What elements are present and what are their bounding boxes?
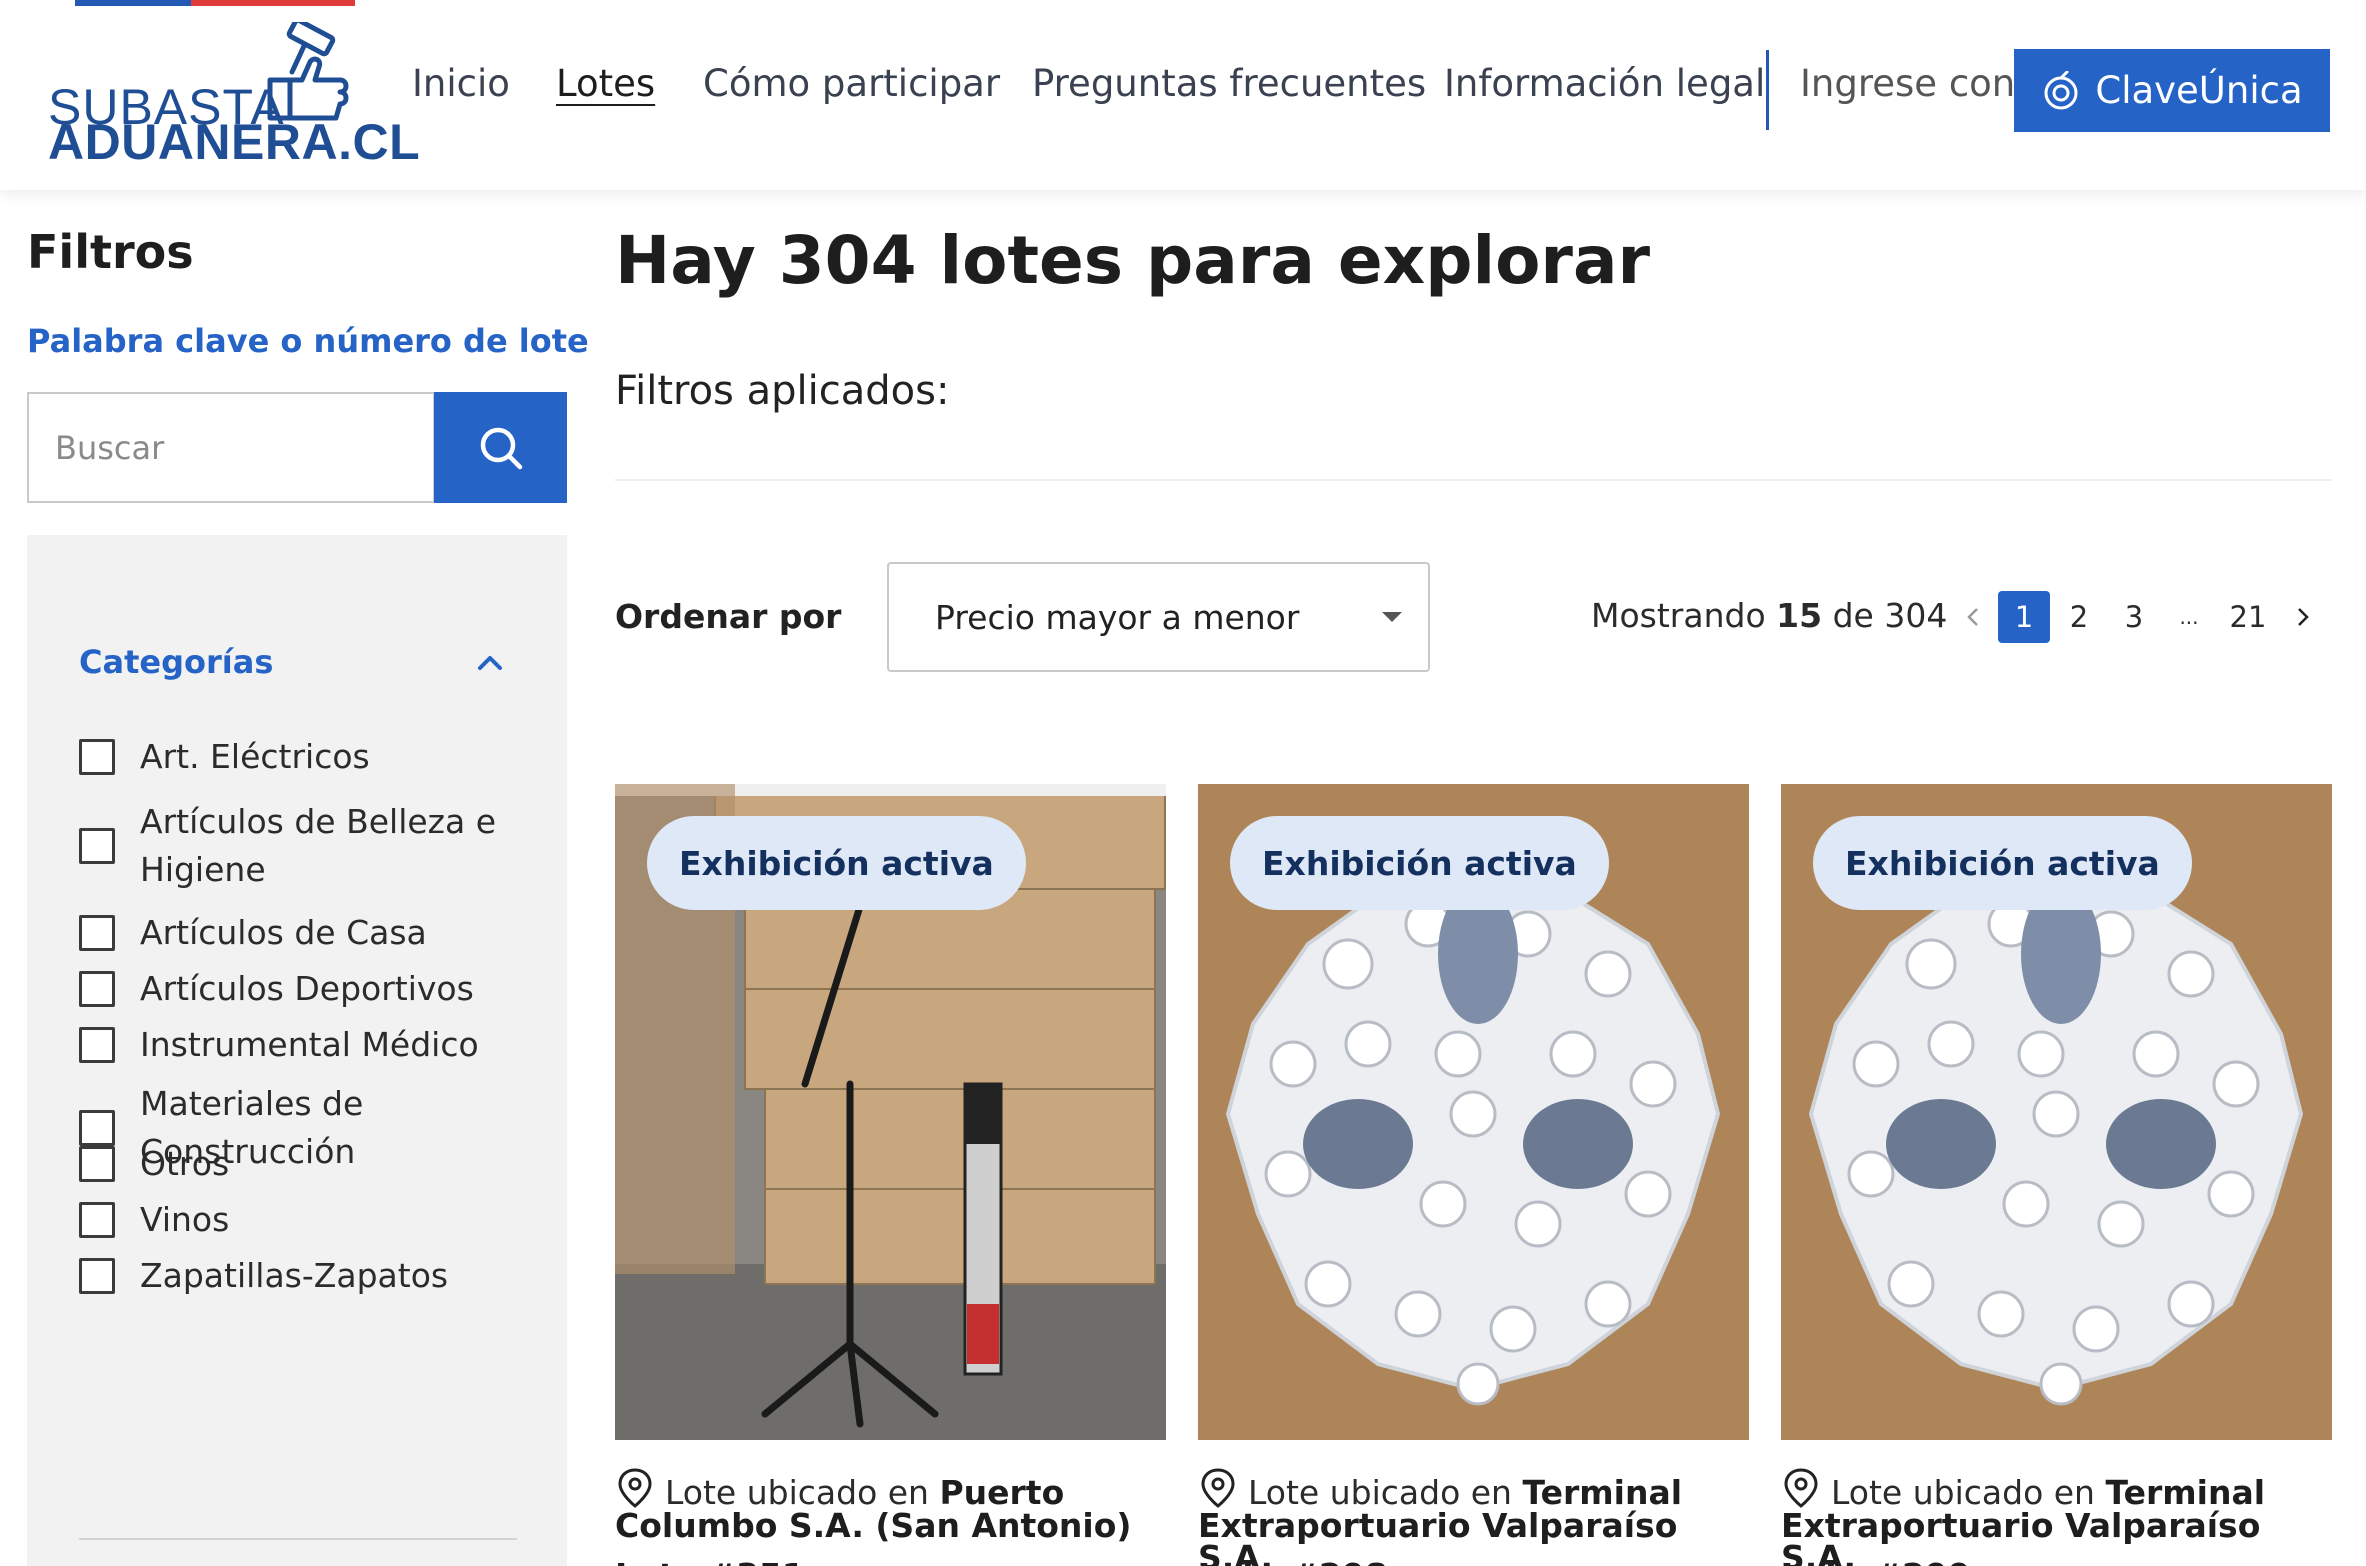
category-label: Instrumental Médico (140, 1025, 479, 1064)
category-label: Artículos Deportivos (140, 969, 474, 1008)
chevron-right-icon (2298, 608, 2309, 626)
lot-image[interactable]: Exhibición activa (1198, 784, 1749, 1440)
checkbox[interactable] (79, 828, 115, 864)
lot-location: Lote ubicado en Terminal Extraportuario … (1198, 1466, 1749, 1566)
site-header: SUBASTA ADUANERA.CL Inicio Lotes Cómo pa… (0, 0, 2366, 190)
search-button[interactable] (434, 392, 567, 503)
checkbox[interactable] (79, 1146, 115, 1182)
nav-divider (1766, 50, 1769, 130)
results-count: Mostrando 15 de 304 (1591, 596, 1947, 635)
search-field (27, 392, 435, 503)
pagination-prev[interactable] (1948, 591, 2000, 643)
sort-selected-value: Precio mayor a menor (935, 598, 1300, 637)
location-pin-icon (618, 1468, 652, 1508)
claveunica-icon (2044, 70, 2078, 109)
page-1[interactable]: 1 (1998, 591, 2050, 643)
lot-image[interactable]: Exhibición activa (615, 784, 1166, 1440)
category-belleza-higiene[interactable]: Artículos de Belleza e Higiene (79, 798, 500, 894)
category-label: Vinos (140, 1200, 230, 1239)
keyword-label: Palabra clave o número de lote (27, 322, 589, 360)
category-label: Otros (140, 1144, 230, 1183)
lot-number[interactable]: Lote #298 (1198, 1556, 1388, 1566)
category-filter-panel: Categorías Art. Eléctricos Artículos de … (27, 535, 567, 1566)
lot-image[interactable]: Exhibición activa (1781, 784, 2332, 1440)
exhibition-badge: Exhibición activa (647, 816, 1026, 910)
lot-location: Lote ubicado en Puerto Columbo S.A. (San… (615, 1466, 1166, 1542)
category-label: Zapatillas-Zapatos (140, 1256, 449, 1295)
nav-lotes[interactable]: Lotes (556, 62, 655, 105)
category-label: Artículos de Casa (140, 913, 427, 952)
caret-down-icon (1382, 612, 1402, 622)
page-ellipsis: ... (2179, 605, 2199, 629)
chevron-up-icon[interactable] (475, 647, 505, 677)
location-pin-icon (1784, 1468, 1818, 1508)
checkbox[interactable] (79, 915, 115, 951)
sort-select[interactable]: Precio mayor a menor (887, 562, 1430, 672)
category-deportivos[interactable]: Artículos Deportivos (79, 965, 500, 1013)
location-pin-icon (1201, 1468, 1235, 1508)
category-casa[interactable]: Artículos de Casa (79, 909, 500, 957)
lot-number[interactable]: Lote #299 (1781, 1556, 1971, 1566)
categories-heading[interactable]: Categorías (79, 643, 273, 681)
nav-informacion-legal[interactable]: Información legal (1444, 62, 1765, 105)
checkbox[interactable] (79, 1027, 115, 1063)
logo-line-2: ADUANERA.CL (48, 114, 421, 170)
showing-mid: de (1832, 596, 1874, 635)
search-input[interactable] (29, 394, 433, 501)
sort-label: Ordenar por (615, 597, 842, 636)
filters-title: Filtros (27, 225, 194, 279)
showing-count: 15 (1776, 596, 1823, 635)
claveunica-label: ClaveÚnica (2095, 69, 2303, 112)
applied-filters-label: Filtros aplicados: (615, 368, 950, 414)
category-label: Art. Eléctricos (140, 737, 370, 776)
checkbox[interactable] (79, 971, 115, 1007)
page-3[interactable]: 3 (2108, 591, 2160, 643)
checkbox[interactable] (79, 1258, 115, 1294)
exhibition-badge: Exhibición activa (1230, 816, 1609, 910)
chevron-left-icon (1967, 608, 1978, 626)
login-prefix: Ingrese con (1800, 62, 2016, 105)
nav-preguntas-frecuentes[interactable]: Preguntas frecuentes (1032, 62, 1426, 105)
category-instrumental-medico[interactable]: Instrumental Médico (79, 1021, 500, 1069)
applied-filters-divider (615, 479, 2331, 481)
claveunica-login-button[interactable]: ClaveÚnica (2014, 49, 2330, 132)
category-zapatillas-zapatos[interactable]: Zapatillas-Zapatos (79, 1252, 500, 1300)
checkbox[interactable] (79, 739, 115, 775)
category-label: Artículos de Belleza e Higiene (140, 802, 497, 889)
panel-divider (79, 1538, 517, 1540)
exhibition-badge: Exhibición activa (1813, 816, 2192, 910)
page-2[interactable]: 2 (2053, 591, 2105, 643)
showing-prefix: Mostrando (1591, 596, 1766, 635)
site-logo[interactable]: SUBASTA ADUANERA.CL (48, 20, 420, 170)
category-art-electricos[interactable]: Art. Eléctricos (79, 733, 500, 781)
flag-bar (75, 0, 355, 6)
page-21[interactable]: 21 (2222, 591, 2274, 643)
lot-location: Lote ubicado en Terminal Extraportuario … (1781, 1466, 2332, 1566)
category-vinos[interactable]: Vinos (79, 1196, 500, 1244)
nav-como-participar[interactable]: Cómo participar (703, 62, 1000, 105)
category-otros[interactable]: Otros (79, 1140, 500, 1188)
page-title: Hay 304 lotes para explorar (615, 222, 1651, 299)
checkbox[interactable] (79, 1202, 115, 1238)
pagination-next[interactable] (2276, 591, 2328, 643)
lot-number[interactable]: Lote #351 (615, 1556, 805, 1566)
nav-inicio[interactable]: Inicio (412, 62, 510, 105)
search-icon (480, 427, 522, 469)
showing-total: 304 (1884, 596, 1948, 635)
